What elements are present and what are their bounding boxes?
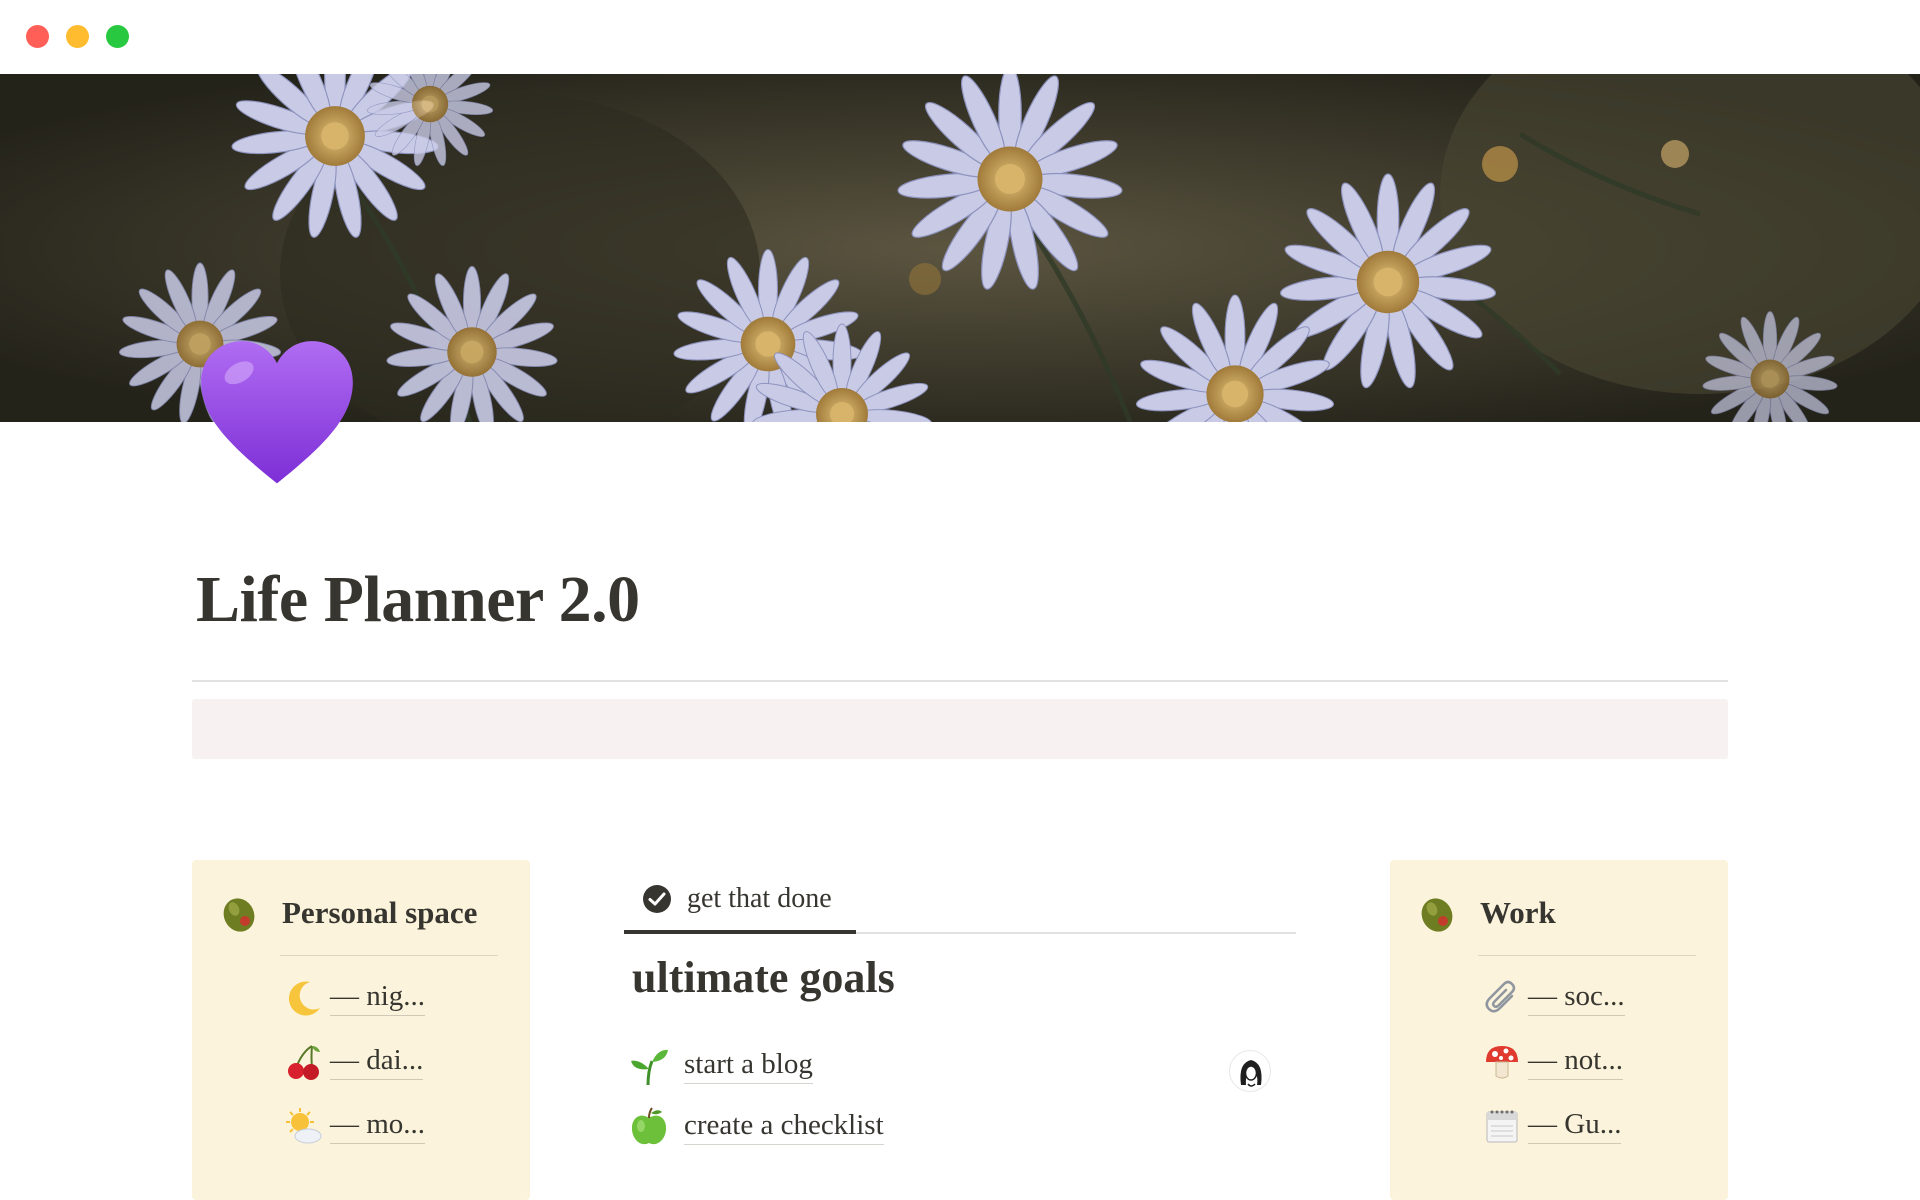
minimize-window-button[interactable]: [66, 25, 89, 48]
personal-link-morning[interactable]: — mo...: [284, 1106, 426, 1146]
page-title[interactable]: Life Planner 2.0: [196, 562, 640, 638]
divider: [192, 680, 1728, 682]
seedling-icon: [628, 1045, 670, 1087]
cherries-icon: [284, 1042, 324, 1082]
window-titlebar: [0, 0, 1920, 74]
work-link-social[interactable]: — soc...: [1482, 978, 1625, 1018]
mushroom-icon: [1482, 1042, 1522, 1082]
link-label: — mo...: [330, 1108, 426, 1144]
personal-space-card: Personal space — nig... — dai... — mo...: [192, 860, 530, 1200]
divider: [280, 955, 498, 956]
work-header: Work: [1416, 892, 1556, 934]
section-heading: ultimate goals: [632, 953, 895, 1002]
tab-get-that-done[interactable]: get that done: [624, 864, 856, 934]
link-label: — Gu...: [1528, 1108, 1622, 1144]
work-link-notes[interactable]: — not...: [1482, 1042, 1624, 1082]
tab-label: get that done: [687, 883, 832, 914]
link-label: — soc...: [1528, 980, 1625, 1016]
green-apple-icon: [628, 1106, 670, 1148]
callout-block[interactable]: [192, 699, 1728, 759]
goal-label: create a checklist: [684, 1109, 884, 1145]
calendar-icon: [1482, 1106, 1522, 1146]
user-avatar-icon[interactable]: [1229, 1050, 1271, 1092]
check-circle-icon: [642, 884, 672, 914]
goal-label: start a blog: [684, 1048, 813, 1084]
crescent-moon-icon: [284, 978, 324, 1018]
paperclip-icon: [1482, 978, 1522, 1018]
sun-behind-cloud-icon: [284, 1106, 324, 1146]
work-title: Work: [1480, 895, 1556, 930]
link-label: — nig...: [330, 980, 426, 1016]
link-label: — dai...: [330, 1044, 424, 1080]
work-link-guide[interactable]: — Gu...: [1482, 1106, 1622, 1146]
personal-link-night[interactable]: — nig...: [284, 978, 426, 1018]
personal-space-header: Personal space: [218, 892, 477, 934]
goal-item[interactable]: create a checklist: [628, 1106, 884, 1148]
link-label: — not...: [1528, 1044, 1624, 1080]
active-tab-indicator: [624, 930, 856, 934]
personal-space-title: Personal space: [282, 895, 478, 930]
maximize-window-button[interactable]: [106, 25, 129, 48]
close-window-button[interactable]: [26, 25, 49, 48]
work-card: Work — soc... — not... — Gu...: [1390, 860, 1728, 1200]
purple-heart-icon[interactable]: [198, 338, 356, 496]
goal-item[interactable]: start a blog: [628, 1045, 813, 1087]
olive-icon: [218, 892, 260, 934]
personal-link-daily[interactable]: — dai...: [284, 1042, 424, 1082]
olive-icon: [1416, 892, 1458, 934]
divider: [1478, 955, 1696, 956]
